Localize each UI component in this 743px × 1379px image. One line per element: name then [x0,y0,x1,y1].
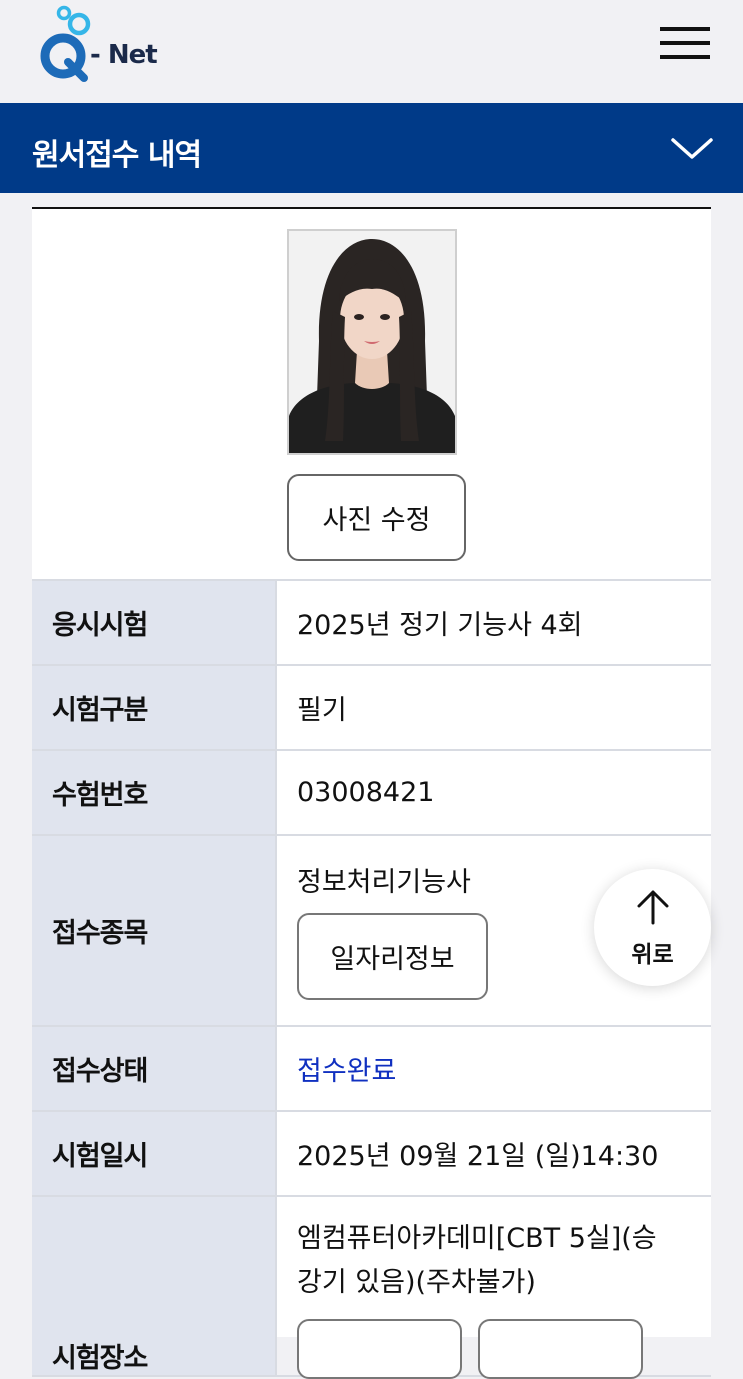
subject-label: 접수종목 [32,836,277,1025]
exam-number-value: 03008421 [297,777,435,808]
status-value: 접수완료 [297,1056,397,1087]
hamburger-icon-bar [660,55,710,59]
exam-type-value: 필기 [297,695,347,726]
exam-value: 2025년 정기 기능사 4회 [297,610,583,641]
chevron-down-icon[interactable] [670,133,714,163]
scroll-top-label: 위로 [631,942,674,968]
table-row: 시험일시 2025년 09월 21일 (일)14:30 [32,1112,711,1197]
venue-buttons [297,1319,711,1379]
venue-label: 시험장소 [32,1197,277,1375]
venue-cell: 엠컴퓨터아카데미[CBT 5실](승 강기 있음)(주차불가) [277,1197,711,1379]
hamburger-icon-bar [660,41,710,45]
table-row: 시험장소 엠컴퓨터아카데미[CBT 5실](승 강기 있음)(주차불가) [32,1197,711,1379]
table-row: 응시시험 2025년 정기 기능사 4회 [32,581,711,666]
exam-label: 응시시험 [32,581,277,664]
application-card: 사진 수정 응시시험 2025년 정기 기능사 4회 시험구분 필기 수험번호 … [32,207,711,1379]
venue-value-line2: 강기 있음)(주차불가) [297,1267,536,1298]
edit-photo-button[interactable]: 사진 수정 [287,474,466,561]
applicant-photo-image [289,231,455,453]
datetime-value: 2025년 09월 21일 (일)14:30 [297,1141,659,1172]
table-row: 접수상태 접수완료 [32,1027,711,1112]
table-row: 시험구분 필기 [32,666,711,751]
exam-number-label: 수험번호 [32,751,277,834]
hamburger-menu-button[interactable] [660,27,712,63]
job-info-button[interactable]: 일자리정보 [297,913,488,1000]
section-title: 원서접수 내역 [32,138,202,173]
hamburger-icon [660,27,710,31]
exam-type-label: 시험구분 [32,666,277,749]
datetime-label: 시험일시 [32,1112,277,1195]
status-label: 접수상태 [32,1027,277,1110]
app-header: - Net [0,0,743,103]
scroll-top-button[interactable]: 위로 [594,869,711,986]
logo-text: - Net [90,40,158,70]
details-table: 응시시험 2025년 정기 기능사 4회 시험구분 필기 수험번호 030084… [32,579,711,1379]
section-header[interactable]: 원서접수 내역 [0,103,743,193]
applicant-photo [287,229,457,455]
venue-value-line1: 엠컴퓨터아카데미[CBT 5실](승 [297,1223,657,1254]
arrow-up-icon [637,890,669,925]
table-row: 수험번호 03008421 [32,751,711,836]
qnet-logo[interactable]: - Net [38,2,168,84]
venue-button[interactable] [297,1319,462,1379]
venue-button[interactable] [478,1319,643,1379]
